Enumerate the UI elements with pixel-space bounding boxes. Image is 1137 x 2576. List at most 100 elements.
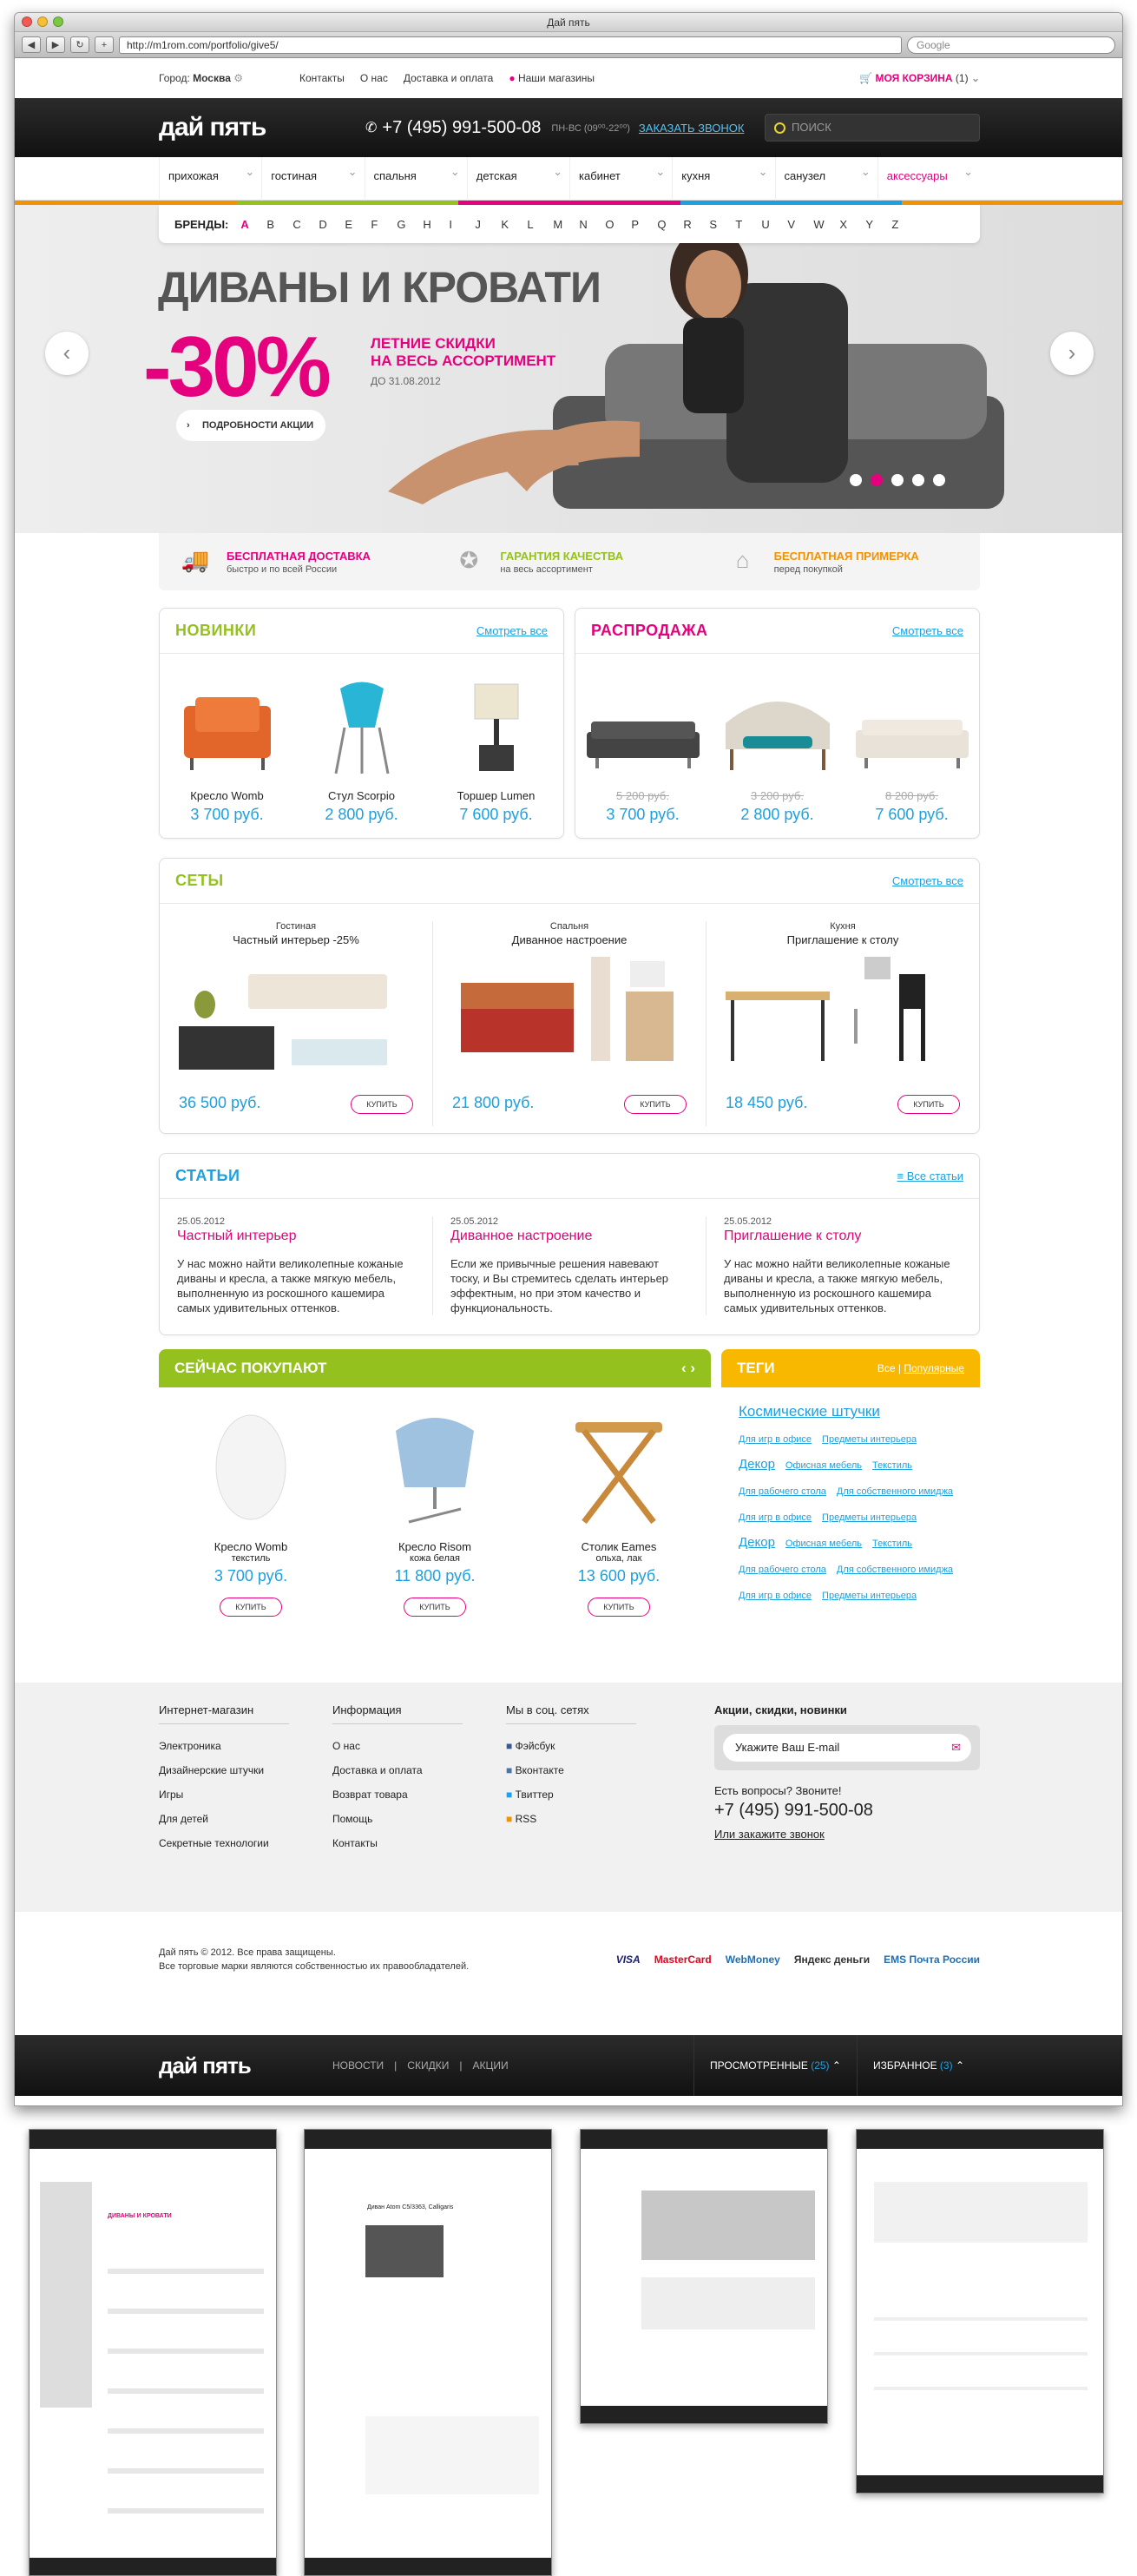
menu-item-kids[interactable]: детская	[466, 157, 569, 201]
viewed-toggle[interactable]: ПРОСМОТРЕННЫЕ (25) ⌃	[693, 2035, 857, 2096]
buy-button[interactable]: КУПИТЬ	[404, 1598, 466, 1617]
link-about[interactable]: О нас	[360, 72, 388, 84]
logo[interactable]: дай пять	[159, 113, 365, 142]
brand-letter[interactable]: W	[813, 218, 839, 231]
brand-letter[interactable]: P	[631, 218, 657, 231]
callback-link[interactable]: ЗАКАЗАТЬ ЗВОНОК	[639, 122, 745, 135]
brand-letter[interactable]: A	[240, 218, 266, 231]
product-card[interactable]: 5 200 руб. 3 700 руб.	[575, 654, 710, 824]
brand-letter[interactable]: S	[709, 218, 735, 231]
brand-letter[interactable]: D	[319, 218, 345, 231]
menu-item-kitchen[interactable]: кухня	[672, 157, 774, 201]
thumbnail-interior[interactable]	[580, 2129, 828, 2424]
brand-letter[interactable]: I	[449, 218, 475, 231]
brand-letter[interactable]: C	[292, 218, 319, 231]
article-title[interactable]: Частный интерьер	[177, 1229, 415, 1244]
tags-all-link[interactable]: Все	[877, 1362, 896, 1374]
minimize-window-button[interactable]	[37, 16, 48, 27]
brand-letter[interactable]: F	[371, 218, 397, 231]
maximize-window-button[interactable]	[53, 16, 63, 27]
brand-letter[interactable]: H	[423, 218, 449, 231]
footer-link[interactable]: О нас	[332, 1740, 506, 1752]
footer-link[interactable]: Дизайнерские штучки	[159, 1764, 332, 1776]
menu-item-bathroom[interactable]: санузел	[774, 157, 877, 201]
brand-letter[interactable]: E	[345, 218, 371, 231]
brand-letter[interactable]: M	[553, 218, 579, 231]
tag-link[interactable]: Предметы интерьера	[822, 1434, 917, 1445]
brand-letter[interactable]: V	[787, 218, 813, 231]
tag-link[interactable]: Для игр в офисе	[739, 1591, 812, 1601]
brand-letter[interactable]: U	[761, 218, 787, 231]
all-articles-link[interactable]: ≡ Все статьи	[897, 1169, 963, 1183]
twitter-link[interactable]: ■ Твиттер	[506, 1789, 680, 1801]
article-title[interactable]: Диванное настроение	[450, 1229, 688, 1244]
tag-link[interactable]: Для рабочего стола	[739, 1565, 826, 1575]
link-delivery[interactable]: Доставка и оплата	[404, 72, 494, 84]
search-input[interactable]: ПОИСК	[765, 114, 980, 142]
tag-link[interactable]: Текстиль	[872, 1460, 912, 1471]
reload-icon[interactable]: ↻	[70, 36, 89, 53]
buy-button[interactable]: КУПИТЬ	[897, 1095, 960, 1114]
article-item[interactable]: 25.05.2012 Диванное настроение Если же при…	[432, 1216, 706, 1315]
brand-letter[interactable]: O	[605, 218, 631, 231]
tag-link[interactable]: Космические штучки	[739, 1403, 880, 1420]
thumbnail-product[interactable]: Диван Atom C5/3363, Calligaris	[304, 2129, 552, 2576]
tag-link[interactable]: Для собственного имиджа	[837, 1486, 953, 1497]
brand-letter[interactable]: Y	[865, 218, 891, 231]
menu-item-hallway[interactable]: прихожая	[159, 157, 261, 201]
forward-icon[interactable]: ▶	[46, 36, 65, 53]
vkontakte-link[interactable]: ■ Вконтакте	[506, 1764, 680, 1776]
product-card[interactable]: Кресло Womb 3 700 руб.	[160, 654, 294, 824]
rss-link[interactable]: ■ RSS	[506, 1813, 680, 1825]
envelope-icon[interactable]: ✉	[951, 1734, 961, 1762]
product-card[interactable]: Стул Scorpio 2 800 руб.	[294, 654, 429, 824]
see-all-link[interactable]: Смотреть все	[892, 624, 963, 637]
product-card[interactable]: 8 200 руб. 7 600 руб.	[845, 654, 979, 824]
tag-link[interactable]: Декор	[739, 1535, 775, 1550]
article-title[interactable]: Приглашение к столу	[724, 1229, 962, 1244]
discounts-link[interactable]: СКИДКИ	[407, 2059, 449, 2072]
back-icon[interactable]: ◀	[22, 36, 41, 53]
slider-dot[interactable]	[912, 474, 924, 486]
facebook-link[interactable]: ■ Фэйсбук	[506, 1740, 680, 1752]
brand-letter[interactable]: Z	[891, 218, 917, 231]
brand-letter[interactable]: J	[475, 218, 501, 231]
tag-link[interactable]: Предметы интерьера	[822, 1512, 917, 1523]
menu-item-office[interactable]: кабинет	[569, 157, 672, 201]
add-tab-icon[interactable]: +	[95, 36, 114, 53]
article-item[interactable]: 25.05.2012 Частный интерьер У нас можно на…	[160, 1216, 432, 1315]
footer-link[interactable]: Возврат товара	[332, 1789, 506, 1801]
close-window-button[interactable]	[22, 16, 32, 27]
menu-item-bedroom[interactable]: спальня	[364, 157, 467, 201]
footer-link[interactable]: Игры	[159, 1789, 332, 1801]
tag-link[interactable]: Для игр в офисе	[739, 1512, 812, 1523]
thumbnail-catalog[interactable]: ДИВАНЫ И КРОВАТИ	[29, 2129, 277, 2576]
footer-logo[interactable]: дай пять	[159, 2052, 332, 2079]
article-item[interactable]: 25.05.2012 Приглашение к столу У нас можно…	[706, 1216, 979, 1315]
footer-link[interactable]: Доставка и оплата	[332, 1764, 506, 1776]
order-call-link[interactable]: Или закажите звонок	[714, 1828, 980, 1841]
news-link[interactable]: НОВОСТИ	[332, 2059, 384, 2072]
slider-dot[interactable]	[850, 474, 862, 486]
product-card[interactable]: 3 200 руб. 2 800 руб.	[710, 654, 845, 824]
brand-letter[interactable]: T	[735, 218, 761, 231]
browser-search-input[interactable]: Google	[907, 36, 1115, 54]
slider-dot[interactable]	[933, 474, 945, 486]
brand-letter[interactable]: R	[683, 218, 709, 231]
tag-link[interactable]: Офисная мебель	[785, 1538, 862, 1549]
tag-link[interactable]: Текстиль	[872, 1538, 912, 1549]
buy-button[interactable]: КУПИТЬ	[624, 1095, 687, 1114]
carousel-arrows-icon[interactable]: ‹ ›	[681, 1360, 695, 1377]
buy-button[interactable]: КУПИТЬ	[588, 1598, 650, 1617]
tag-link[interactable]: Декор	[739, 1457, 775, 1472]
brand-letter[interactable]: K	[501, 218, 527, 231]
see-all-link[interactable]: Смотреть все	[892, 874, 963, 887]
slider-prev-button[interactable]: ‹	[45, 332, 89, 375]
email-input[interactable]: Укажите Ваш E-mail ✉	[723, 1734, 971, 1762]
tag-link[interactable]: Для рабочего стола	[739, 1486, 826, 1497]
brand-letter[interactable]: Q	[657, 218, 683, 231]
brand-letter[interactable]: L	[527, 218, 553, 231]
footer-link[interactable]: Контакты	[332, 1837, 506, 1849]
thumbnail-cart[interactable]	[856, 2129, 1104, 2494]
footer-link[interactable]: Для детей	[159, 1813, 332, 1825]
